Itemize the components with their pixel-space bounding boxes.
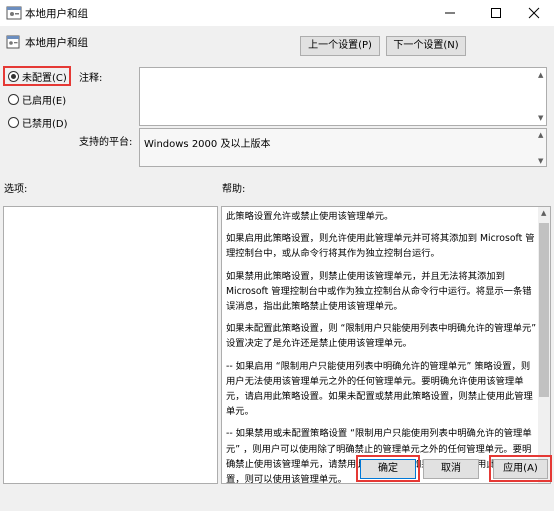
platform-box: Windows 2000 及以上版本 ▲ ▼ <box>139 128 547 167</box>
radio-not-configured[interactable]: 未配置(C) <box>8 68 67 84</box>
cancel-button[interactable]: 取消 <box>423 459 479 479</box>
help-label: 帮助: <box>222 184 246 195</box>
next-setting-button[interactable]: 下一个设置(N) <box>386 36 466 56</box>
scroll-up-icon[interactable]: ▲ <box>538 131 543 139</box>
ok-button[interactable]: 确定 <box>360 459 416 479</box>
scroll-down-icon[interactable]: ▼ <box>538 114 543 122</box>
scroll-down-icon[interactable]: ▼ <box>538 157 543 165</box>
help-paragraph: 如果未配置此策略设置，则 “限制用户只能使用列表中明确允许的管理单元” 设置决定… <box>226 323 537 350</box>
radio-checked-icon <box>8 70 19 82</box>
radio-label: 已启用(E) <box>22 95 67 107</box>
radio-disabled[interactable]: 已禁用(D) <box>8 114 68 130</box>
policy-setting-icon <box>6 35 20 49</box>
radio-label: 已禁用(D) <box>22 118 68 130</box>
scroll-up-icon[interactable]: ▲ <box>538 71 543 79</box>
scroll-up-icon[interactable]: ▲ <box>541 209 546 217</box>
apply-button[interactable]: 应用(A) <box>493 459 548 479</box>
help-paragraph: 此策略设置允许或禁止使用该管理单元。 <box>226 211 394 222</box>
help-paragraph: 如果禁用此策略设置，则禁止使用该管理单元，并且无法将其添加到 Microsoft… <box>226 270 532 313</box>
help-paragraph: 如果启用此策略设置，则允许使用此管理单元并可将其添加到 Microsoft 管理… <box>226 233 535 260</box>
radio-unchecked-icon <box>8 93 19 105</box>
previous-setting-button[interactable]: 上一个设置(P) <box>300 36 380 56</box>
local-users-groups-icon <box>6 6 22 20</box>
minimize-icon[interactable] <box>430 0 470 26</box>
help-paragraph: -- 如果启用 “限制用户只能使用列表中明确允许的管理单元” 策略设置，则用户无… <box>226 360 533 418</box>
comment-label: 注释: <box>79 73 103 84</box>
setting-title: 本地用户和组 <box>25 37 88 49</box>
platform-value: Windows 2000 及以上版本 <box>144 139 271 150</box>
options-pane <box>3 206 218 484</box>
radio-unchecked-icon <box>8 116 19 128</box>
close-icon[interactable] <box>514 0 554 26</box>
platform-label: 支持的平台: <box>79 137 133 148</box>
radio-enabled[interactable]: 已启用(E) <box>8 91 66 107</box>
window-title: 本地用户和组 <box>25 8 88 20</box>
help-pane: 此策略设置允许或禁止使用该管理单元。 如果启用此策略设置，则允许使用此管理单元并… <box>221 206 551 484</box>
help-scroll-thumb[interactable] <box>539 223 549 397</box>
comment-textarea[interactable]: ▲ ▼ <box>139 67 547 126</box>
options-label: 选项: <box>4 184 28 195</box>
radio-label: 未配置(C) <box>22 72 67 84</box>
help-text: 此策略设置允许或禁止使用该管理单元。 如果启用此策略设置，则允许使用此管理单元并… <box>226 209 539 483</box>
maximize-icon[interactable] <box>476 0 516 26</box>
